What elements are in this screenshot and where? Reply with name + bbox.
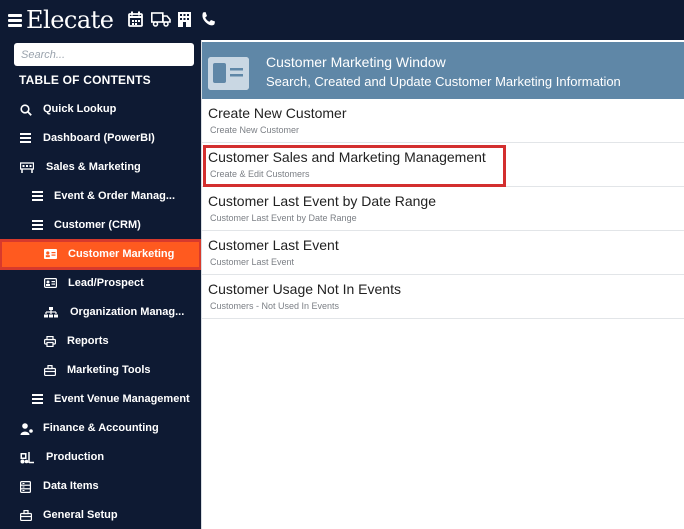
sidebar-item-customer-marketing[interactable]: Customer Marketing	[0, 239, 202, 270]
list-item-subtitle: Create & Edit Customers	[210, 169, 310, 179]
sidebar-item-label: Sales & Marketing	[46, 161, 141, 173]
toc-title: TABLE OF CONTENTS	[19, 73, 151, 87]
main-content: Customer Marketing Window Search, Create…	[201, 40, 684, 529]
list-item-subtitle: Customers - Not Used In Events	[210, 301, 340, 311]
forklift-icon	[20, 452, 34, 464]
sidebar-item-finance-accounting[interactable]: Finance & Accounting	[0, 414, 201, 443]
building-icon[interactable]	[177, 11, 194, 29]
list-item-subtitle: Create New Customer	[210, 125, 300, 135]
sidebar-item-quick-lookup[interactable]: Quick Lookup	[0, 95, 201, 124]
org-chart-icon	[44, 307, 58, 318]
sidebar-item-marketing-tools[interactable]: Marketing Tools	[0, 356, 201, 385]
sidebar-item-label: Reports	[67, 335, 109, 347]
hamburger-menu-icon[interactable]	[8, 14, 22, 27]
id-card-icon	[208, 57, 249, 90]
nav-menu: Quick Lookup Dashboard (PowerBI) Sales &…	[0, 95, 202, 529]
sidebar-item-label: Dashboard (PowerBI)	[43, 132, 155, 144]
sidebar-item-sales-marketing[interactable]: Sales & Marketing	[0, 153, 201, 182]
toolbox-icon	[20, 510, 33, 522]
window-title: Customer Marketing Window	[266, 54, 446, 70]
sidebar-item-dashboard[interactable]: Dashboard (PowerBI)	[0, 124, 201, 153]
list-item[interactable]: Create New Customer Create New Customer	[202, 99, 684, 143]
action-list: Create New Customer Create New Customer …	[202, 99, 684, 319]
sidebar-item-general-setup[interactable]: General Setup	[0, 501, 201, 529]
list-item-title: Customer Sales and Marketing Management	[208, 149, 486, 165]
data-icon	[20, 481, 33, 494]
list-icon	[32, 191, 45, 202]
list-icon	[20, 133, 33, 144]
list-item-title: Customer Last Event by Date Range	[208, 193, 437, 209]
list-item-subtitle: Customer Last Event	[210, 257, 295, 267]
sidebar-item-label: Customer Marketing	[68, 248, 175, 260]
window-subtitle: Search, Created and Update Customer Mark…	[266, 74, 621, 89]
finance-icon	[20, 423, 33, 435]
sidebar-item-label: General Setup	[43, 509, 118, 521]
search-input[interactable]	[14, 43, 194, 66]
list-icon	[32, 394, 45, 405]
sidebar-item-label: Customer (CRM)	[54, 219, 141, 231]
printer-icon	[44, 336, 57, 348]
phone-icon[interactable]	[200, 11, 217, 29]
list-item[interactable]: Customer Sales and Marketing Management …	[202, 143, 684, 187]
list-item[interactable]: Customer Last Event by Date Range Custom…	[202, 187, 684, 231]
sidebar-item-data-items[interactable]: Data Items	[0, 472, 201, 501]
quick-icons	[128, 11, 217, 29]
list-item-title: Customer Usage Not In Events	[208, 281, 401, 297]
sales-icon	[19, 162, 35, 173]
sidebar-item-label: Event & Order Manag...	[54, 190, 176, 202]
list-item-subtitle: Customer Last Event by Date Range	[210, 213, 357, 223]
sidebar-item-lead-prospect[interactable]: Lead/Prospect	[0, 269, 201, 298]
list-item-title: Create New Customer	[208, 105, 347, 121]
sidebar-item-label: Lead/Prospect	[68, 277, 144, 289]
id-card-icon	[44, 278, 58, 289]
sidebar-item-label: Data Items	[43, 480, 99, 492]
sidebar-item-label: Organization Manag...	[70, 306, 185, 318]
sidebar-item-organization-management[interactable]: Organization Manag...	[0, 298, 201, 327]
sidebar-item-production[interactable]: Production	[0, 443, 201, 472]
window-header: Customer Marketing Window Search, Create…	[202, 42, 684, 99]
list-item[interactable]: Customer Usage Not In Events Customers -…	[202, 275, 684, 319]
list-icon	[32, 220, 45, 231]
id-card-icon	[44, 249, 57, 260]
toolbox-icon	[44, 365, 57, 377]
sidebar-item-customer-crm[interactable]: Customer (CRM)	[0, 211, 201, 240]
sidebar-item-label: Finance & Accounting	[43, 422, 159, 434]
calendar-icon[interactable]	[128, 11, 145, 29]
app-logo[interactable]: Elecate	[26, 6, 114, 34]
sidebar-item-event-venue-management[interactable]: Event Venue Management	[0, 385, 201, 414]
sidebar-item-label: Event Venue Management	[54, 393, 190, 405]
sidebar: TABLE OF CONTENTS Quick Lookup Dashboard…	[0, 40, 202, 529]
top-bar: Elecate	[0, 0, 684, 40]
truck-icon[interactable]	[151, 11, 171, 29]
search-icon	[20, 104, 33, 116]
sidebar-item-label: Production	[46, 451, 105, 463]
sidebar-item-event-order-management[interactable]: Event & Order Manag...	[0, 182, 201, 211]
sidebar-item-label: Marketing Tools	[67, 364, 151, 376]
list-item[interactable]: Customer Last Event Customer Last Event	[202, 231, 684, 275]
list-item-title: Customer Last Event	[208, 237, 339, 253]
sidebar-item-label: Quick Lookup	[43, 103, 117, 115]
sidebar-item-reports[interactable]: Reports	[0, 327, 201, 356]
